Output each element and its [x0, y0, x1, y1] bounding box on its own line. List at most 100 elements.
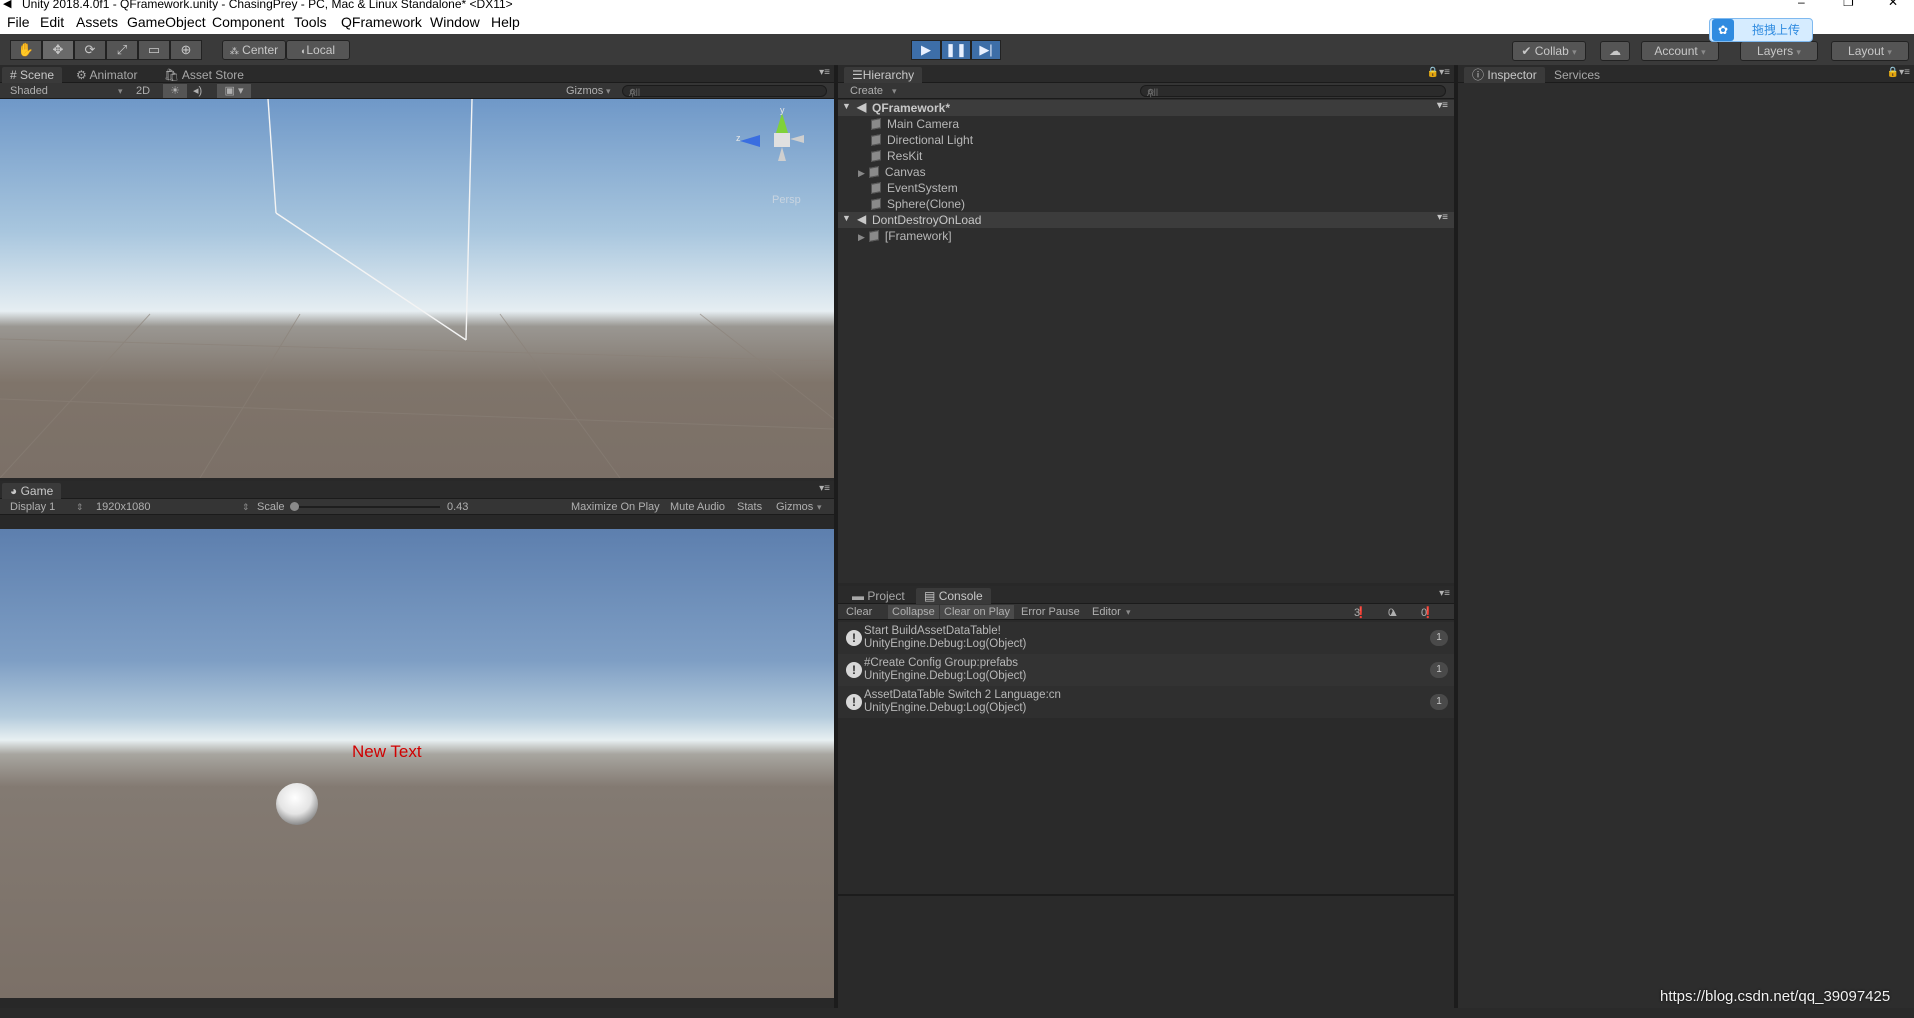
persp-label[interactable]: Persp	[772, 194, 801, 206]
console-entry[interactable]: ! Start BuildAssetDataTable! UnityEngine.…	[838, 622, 1454, 654]
layout-dropdown[interactable]: Layout ▾	[1831, 41, 1909, 61]
lock-menu-icon[interactable]: 🔒▾≡	[1887, 67, 1910, 78]
effects-icon[interactable]: ▣ ▾	[217, 84, 251, 98]
panel-menu-icon[interactable]: ▾≡	[819, 67, 830, 78]
chevron-down-icon: ▾	[1126, 607, 1131, 617]
scene-gizmo-widget[interactable]: y z	[736, 105, 808, 171]
lighting-icon[interactable]: ☀	[163, 84, 187, 98]
store-icon: 🛍	[164, 68, 180, 82]
tab-hierarchy[interactable]: ☰Hierarchy	[844, 67, 923, 83]
scale-tool-icon[interactable]: ⤢	[106, 40, 138, 60]
scene-search-input[interactable]: ⚲ All	[622, 85, 827, 99]
game-viewport[interactable]: New Text	[0, 529, 834, 998]
tab-console[interactable]: ▤ Console	[916, 588, 991, 604]
stats-toggle[interactable]: Stats	[737, 500, 762, 514]
upload-badge[interactable]: ✿ 拖拽上传	[1709, 18, 1813, 42]
scene-gizmos-dropdown[interactable]: Gizmos	[566, 84, 603, 98]
scale-slider[interactable]	[292, 506, 440, 508]
tab-game[interactable]: ◕ Game	[2, 483, 62, 499]
hierarchy-scene-qframework[interactable]: ▼ ◀ QFramework* ▾≡	[838, 100, 1454, 116]
expand-arrow-icon[interactable]: ▶	[858, 232, 865, 242]
clear-button[interactable]: Clear	[846, 605, 872, 619]
vertical-splitter[interactable]	[834, 66, 838, 1008]
hierarchy-search-input[interactable]: ⚲ All	[1140, 85, 1446, 99]
hierarchy-item-label: ResKit	[887, 149, 923, 163]
collab-dropdown[interactable]: ✔ Collab ▾	[1512, 41, 1586, 61]
scene-menu-icon[interactable]: ▾≡	[1437, 100, 1448, 111]
collapse-toggle[interactable]: Collapse	[888, 605, 939, 619]
menu-tools[interactable]: Tools	[294, 14, 327, 30]
tab-asset-store[interactable]: 🛍 Asset Store	[156, 67, 252, 83]
tab-project[interactable]: ▬ Project	[844, 588, 913, 604]
mute-audio-toggle[interactable]: Mute Audio	[670, 500, 725, 514]
create-dropdown[interactable]: Create	[850, 84, 883, 98]
audio-icon[interactable]: ◂)	[193, 84, 202, 98]
expand-arrow-icon[interactable]: ▼	[842, 101, 851, 111]
hierarchy-item[interactable]: ▶ [Framework]	[858, 228, 952, 244]
menu-component[interactable]: Component	[212, 14, 284, 30]
resolution-dropdown[interactable]: 1920x1080	[96, 500, 150, 514]
pause-button-icon[interactable]: ❚❚	[941, 40, 971, 60]
hierarchy-item[interactable]: ▶ Canvas	[858, 164, 926, 180]
console-entry[interactable]: ! AssetDataTable Switch 2 Language:cn Uni…	[838, 686, 1454, 718]
panel-menu-icon[interactable]: ▾≡	[1439, 588, 1450, 599]
console-entry[interactable]: ! #Create Config Group:prefabs UnityEngin…	[838, 654, 1454, 686]
menu-help[interactable]: Help	[491, 14, 520, 30]
info-log-icon: !	[846, 694, 862, 710]
scale-slider-handle[interactable]	[290, 502, 299, 511]
error-pause-toggle[interactable]: Error Pause	[1021, 605, 1080, 619]
scene-menu-icon[interactable]: ▾≡	[1437, 212, 1448, 223]
hand-tool-icon[interactable]: ✋	[10, 40, 42, 60]
hierarchy-item[interactable]: Sphere(Clone)	[871, 196, 965, 212]
folder-icon: ▬	[852, 589, 864, 603]
tab-animator[interactable]: ⚙ Animator	[68, 67, 145, 83]
menu-assets[interactable]: Assets	[76, 14, 118, 30]
transform-tool-icon[interactable]: ⊕	[170, 40, 202, 60]
menu-qframework[interactable]: QFramework	[341, 14, 422, 30]
scene-viewport[interactable]: y z Persp	[0, 99, 834, 478]
clear-on-play-toggle[interactable]: Clear on Play	[940, 605, 1015, 619]
tab-inspector[interactable]: ⓘ Inspector	[1464, 67, 1545, 83]
cloud-button[interactable]: ☁	[1600, 41, 1630, 61]
expand-arrow-icon[interactable]: ▶	[858, 168, 865, 178]
menu-gameobject[interactable]: GameObject	[127, 14, 206, 30]
rotate-tool-icon[interactable]: ⟳	[74, 40, 106, 60]
display-dropdown[interactable]: Display 1	[10, 500, 55, 514]
game-toolbar: Display 1 ⇕ 1920x1080 ⇕ Scale 0.43 Maxim…	[0, 499, 834, 515]
console-entry-count: 1	[1430, 662, 1448, 678]
info-icon: ⓘ	[1472, 68, 1485, 82]
layers-dropdown[interactable]: Layers ▾	[1740, 41, 1818, 61]
menu-window[interactable]: Window	[430, 14, 480, 30]
editor-dropdown[interactable]: Editor	[1092, 605, 1121, 619]
close-button[interactable]: ✕	[1888, 0, 1898, 8]
hierarchy-scene-dontdestroyonload[interactable]: ▼ ◀ DontDestroyOnLoad ▾≡	[838, 212, 1454, 228]
account-dropdown[interactable]: Account ▾	[1641, 41, 1719, 61]
hierarchy-item[interactable]: EventSystem	[871, 180, 958, 196]
maximize-on-play-toggle[interactable]: Maximize On Play	[571, 500, 660, 514]
maximize-button[interactable]: ❐	[1843, 0, 1854, 8]
game-gizmos-dropdown[interactable]: Gizmos	[776, 500, 813, 514]
tab-scene[interactable]: # Scene	[2, 67, 63, 83]
move-tool-icon[interactable]: ✥	[42, 40, 74, 60]
menu-edit[interactable]: Edit	[40, 14, 64, 30]
hierarchy-item[interactable]: ResKit	[871, 148, 922, 164]
rect-tool-icon[interactable]: ▭	[138, 40, 170, 60]
expand-arrow-icon[interactable]: ▼	[842, 213, 851, 223]
pivot-local-toggle[interactable]: ◐Local	[286, 40, 350, 60]
shading-mode-dropdown[interactable]: Shaded	[10, 84, 48, 98]
tab-services[interactable]: Services	[1546, 67, 1608, 83]
menu-bar: File Edit Assets GameObject Component To…	[0, 11, 1914, 34]
play-button-icon[interactable]: ▶	[911, 40, 941, 60]
main-toolbar: ✋ ✥ ⟳ ⤢ ▭ ⊕ ⁂ Center ◐Local ▶ ❚❚ ▶| ✔ Co…	[0, 34, 1914, 66]
menu-file[interactable]: File	[7, 14, 30, 30]
hierarchy-item[interactable]: Directional Light	[871, 132, 973, 148]
step-button-icon[interactable]: ▶|	[971, 40, 1001, 60]
mode-2d-toggle[interactable]: 2D	[136, 84, 150, 98]
lock-menu-icon[interactable]: 🔒▾≡	[1427, 67, 1450, 78]
gameobject-cube-icon	[871, 118, 881, 130]
minimize-button[interactable]: –	[1798, 0, 1805, 8]
hierarchy-item[interactable]: Main Camera	[871, 116, 959, 132]
panel-menu-icon[interactable]: ▾≡	[819, 483, 830, 494]
cloud-upload-icon: ✿	[1712, 19, 1734, 41]
pivot-center-toggle[interactable]: ⁂ Center	[222, 40, 286, 60]
